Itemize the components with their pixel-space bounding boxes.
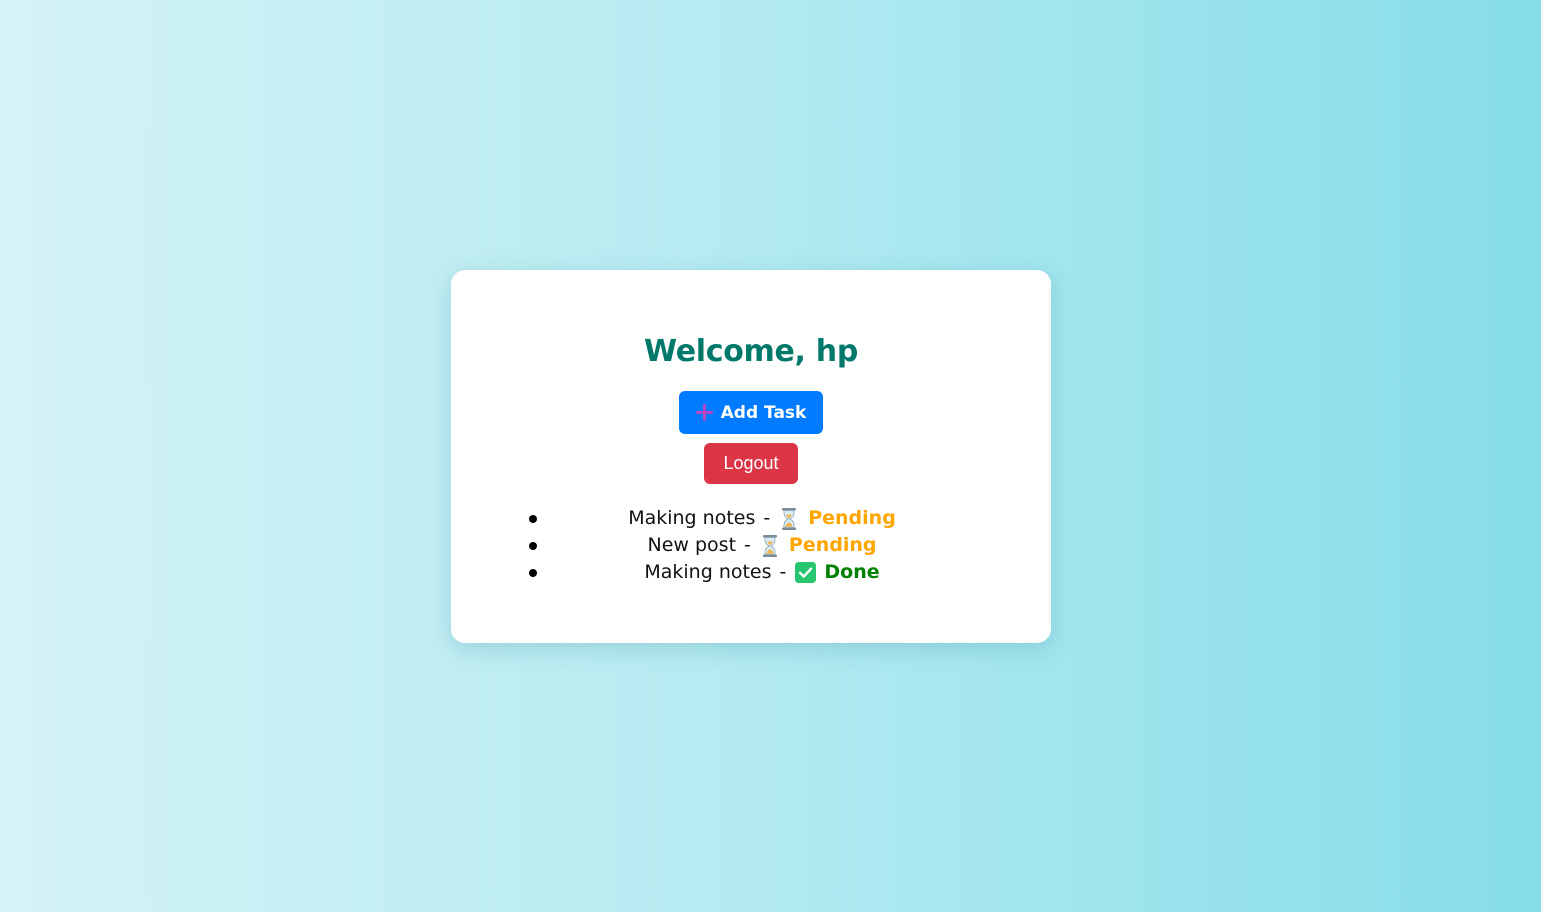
list-item: New post - Pending <box>529 532 973 559</box>
hourglass-icon <box>778 507 800 530</box>
hourglass-icon <box>759 534 781 557</box>
add-task-button[interactable]: Add Task <box>679 391 823 434</box>
check-icon <box>794 562 816 584</box>
logout-button[interactable]: Logout <box>704 443 798 484</box>
task-title: Making notes <box>644 561 772 583</box>
task-title: New post <box>647 534 737 556</box>
task-title: Making notes <box>628 507 756 529</box>
status-done: Done <box>824 561 880 583</box>
page-title: Welcome, hp <box>643 334 859 369</box>
add-task-label: Add Task <box>720 402 807 423</box>
bullet-icon <box>529 542 537 550</box>
list-item: Making notes - Done <box>529 559 973 586</box>
task-separator: - <box>779 561 787 583</box>
status-pending: Pending <box>788 534 877 556</box>
task-list: Making notes - Pending New post - Pendin… <box>529 505 973 586</box>
status-pending: Pending <box>808 507 896 529</box>
task-separator: - <box>744 534 751 556</box>
list-item: Making notes - Pending <box>529 505 973 532</box>
task-separator: - <box>763 507 771 529</box>
bullet-icon <box>529 569 537 577</box>
dashboard-card: Welcome, hp Add Task Logout Making notes… <box>451 270 1051 643</box>
bullet-icon <box>529 515 537 523</box>
plus-icon <box>695 404 713 421</box>
